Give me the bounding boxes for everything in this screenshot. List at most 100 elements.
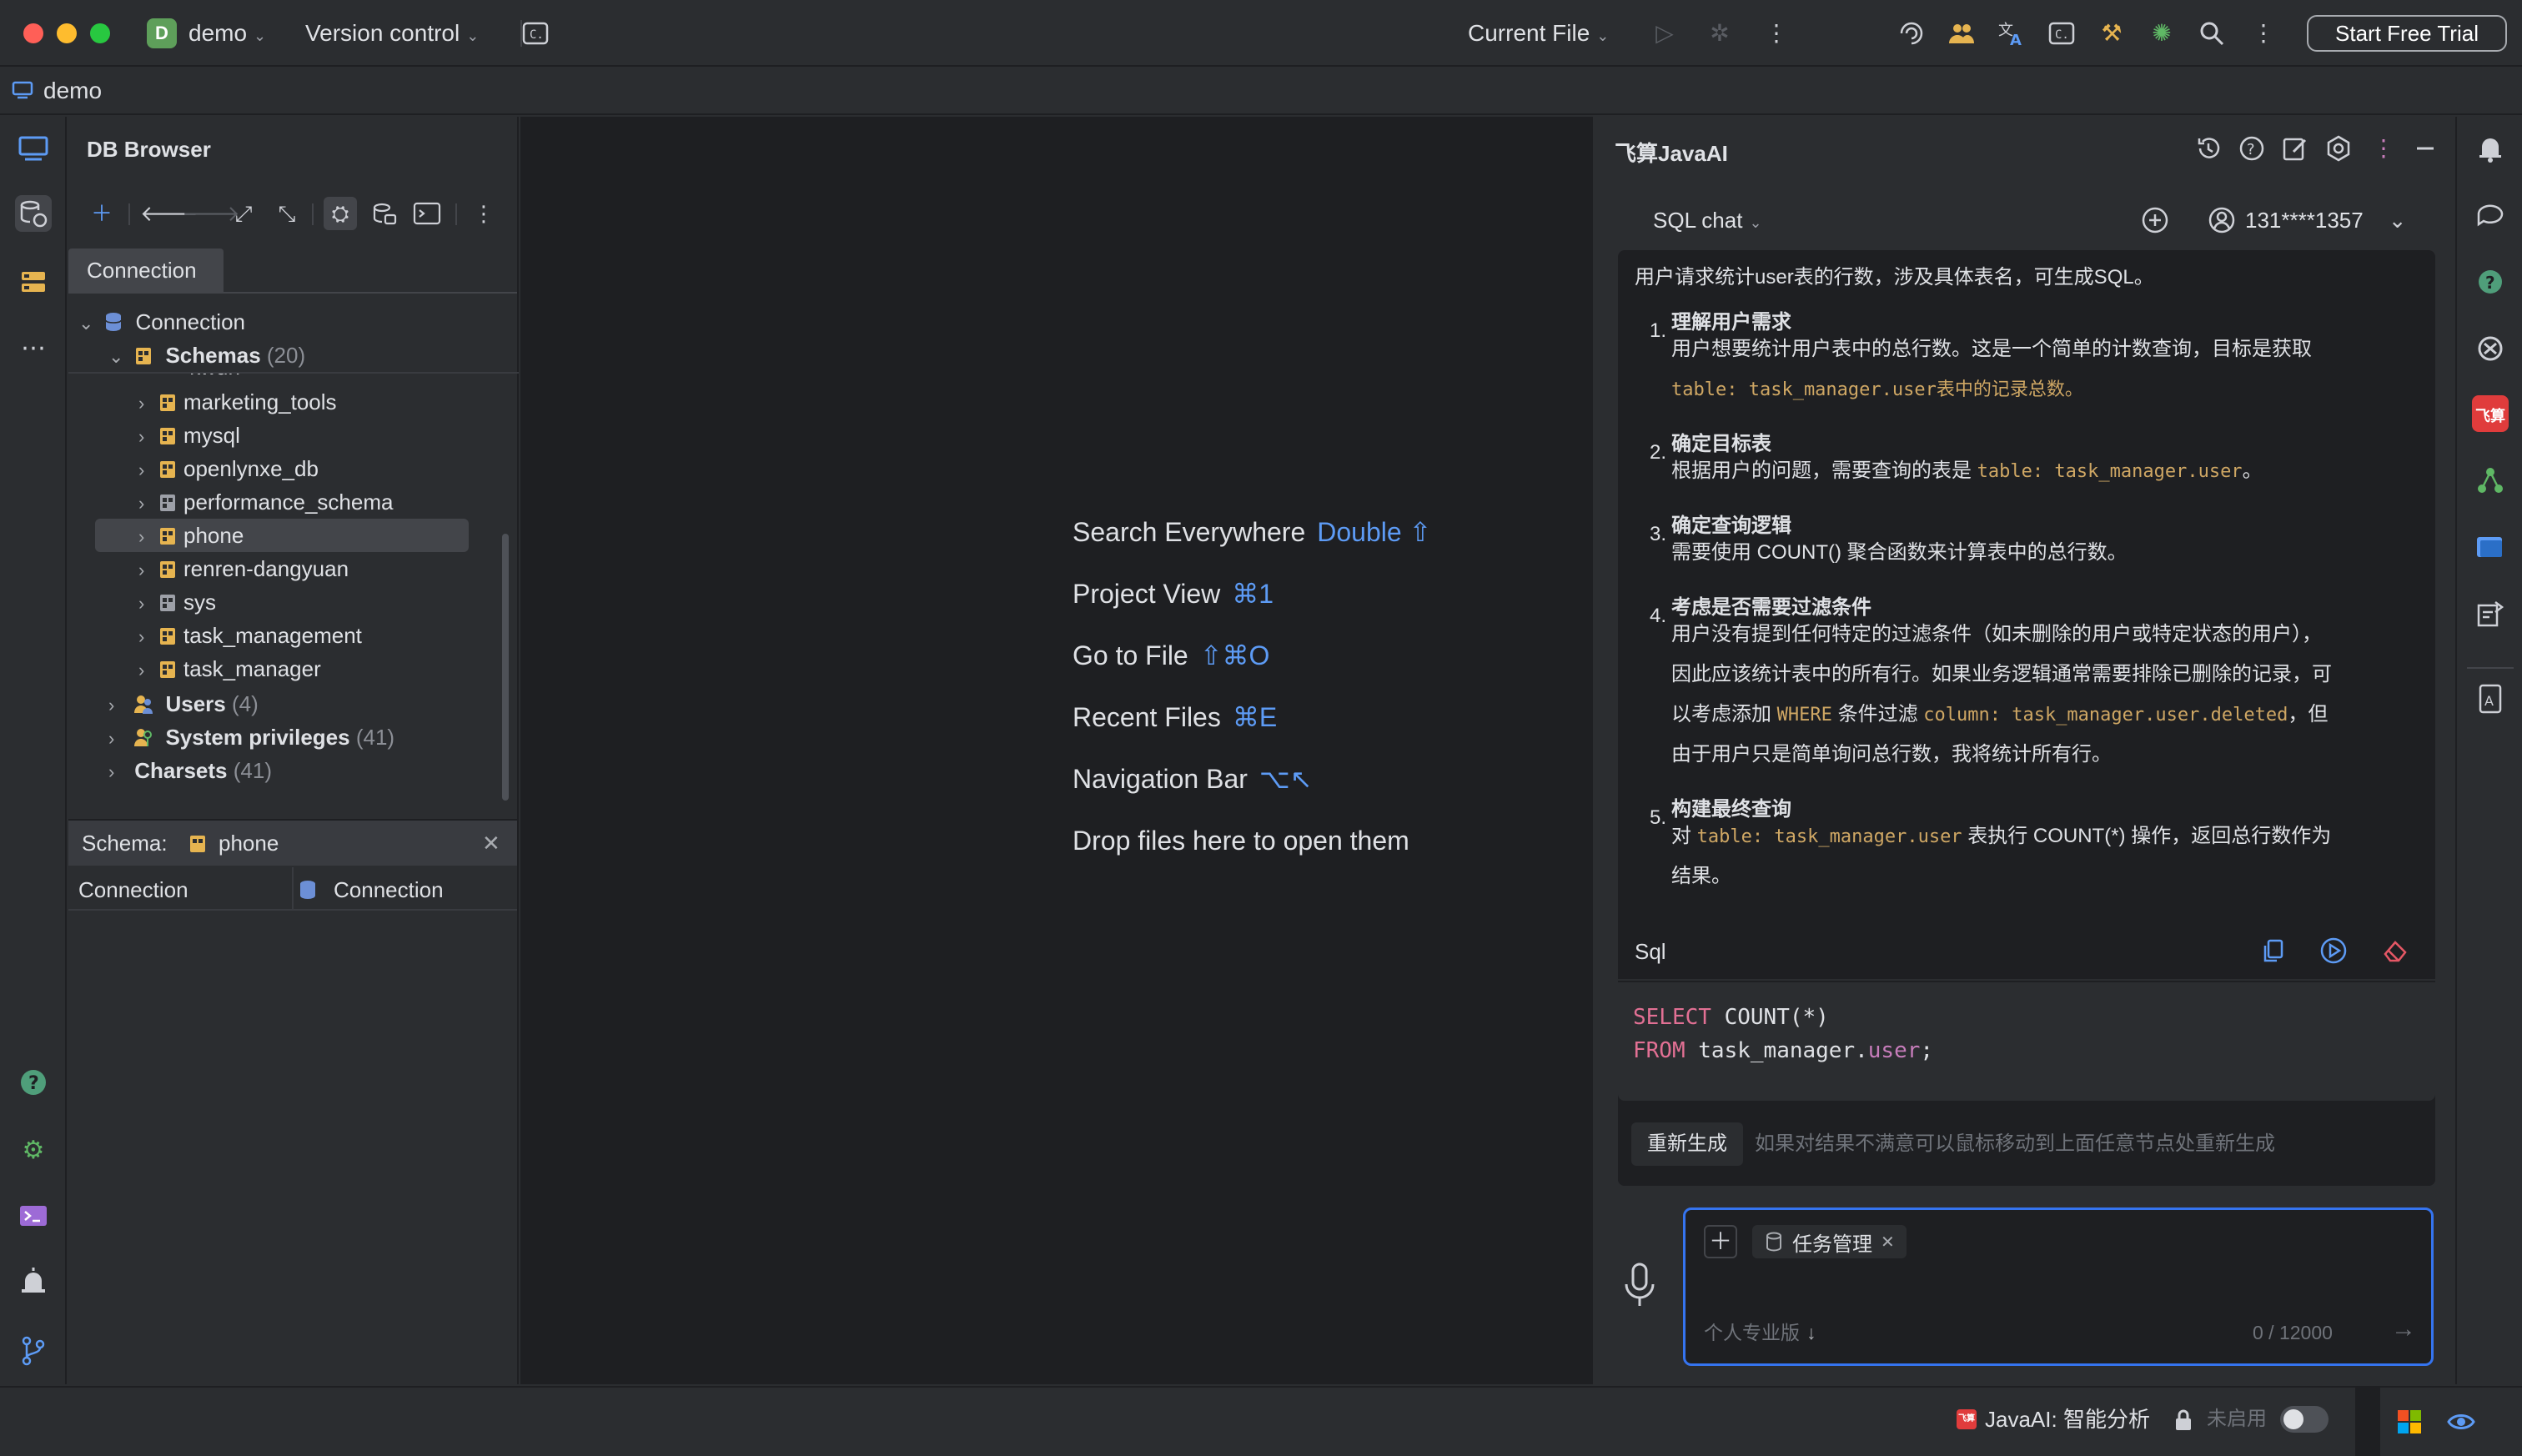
regenerate-button[interactable]: 重新生成 xyxy=(1631,1122,1743,1166)
schema-icon xyxy=(160,628,175,645)
chevron-right-icon[interactable]: › xyxy=(138,587,158,620)
chevron-right-icon[interactable]: › xyxy=(138,454,158,487)
sql-console-icon[interactable] xyxy=(367,197,400,230)
code-with-me-icon[interactable]: C. xyxy=(520,18,550,48)
tree-users-node[interactable]: › Users (4) xyxy=(108,687,259,720)
zoom-window-button[interactable] xyxy=(90,23,110,43)
tree-schema-item[interactable]: › renren-dangyuan xyxy=(95,552,349,585)
execute-icon[interactable] xyxy=(2319,936,2349,966)
tree-schema-item[interactable]: › sys xyxy=(95,585,216,619)
terminal-console-icon[interactable] xyxy=(410,197,444,230)
collapse-all-icon[interactable]: ⤡ xyxy=(270,197,304,230)
tree-schema-item[interactable]: › marketing_tools xyxy=(95,385,337,419)
expand-all-icon[interactable]: ⤢ xyxy=(227,197,260,230)
chat-input[interactable]: ＋ 任务管理 ✕ 个人专业版 ↓ 0 / 12000 → xyxy=(1683,1207,2434,1366)
project-switcher[interactable]: demo ⌄ xyxy=(188,18,266,51)
context-chip[interactable]: 任务管理 ✕ xyxy=(1752,1225,1907,1258)
help-icon[interactable]: ? xyxy=(15,1064,52,1101)
back-arrow-icon[interactable]: 🡐 xyxy=(140,197,198,230)
help-icon[interactable]: ? xyxy=(2472,264,2509,300)
breadcrumb-project[interactable]: demo xyxy=(43,77,102,105)
run-configuration-selector[interactable]: Current File ⌄ xyxy=(1468,18,1609,51)
git-branch-icon[interactable] xyxy=(15,1333,52,1369)
tree-charsets-node[interactable]: › Charsets (41) xyxy=(108,754,272,787)
terminal-icon[interactable]: C. xyxy=(2047,18,2077,48)
new-chat-icon[interactable] xyxy=(2140,205,2170,235)
send-arrow-icon[interactable]: → xyxy=(2391,1315,2416,1343)
more-actions-icon[interactable]: ⋮ xyxy=(1761,18,1791,48)
tree-privileges-node[interactable]: › System privileges (41) xyxy=(108,720,394,754)
search-icon[interactable] xyxy=(2197,18,2227,48)
history-icon[interactable] xyxy=(2193,133,2223,163)
tab-connection[interactable]: Connection xyxy=(68,249,224,292)
tree-schemas-node[interactable]: ⌄ Schemas (20) xyxy=(108,339,305,372)
tree-schema-item[interactable]: › mysql xyxy=(95,419,240,452)
version-control-menu[interactable]: Version control ⌄ xyxy=(305,18,479,51)
tree-schema-item[interactable]: › phone xyxy=(95,519,469,552)
document-icon[interactable]: A xyxy=(2472,680,2509,717)
tree-schema-item[interactable]: › task_manager xyxy=(95,652,321,685)
eye-icon[interactable] xyxy=(2447,1409,2475,1434)
minimize-icon[interactable] xyxy=(2410,133,2440,163)
user-avatar-icon xyxy=(2208,207,2235,233)
edition-selector[interactable]: 个人专业版 ↓ xyxy=(1704,1320,1816,1345)
chevron-right-icon[interactable]: › xyxy=(138,420,158,454)
copy-icon[interactable] xyxy=(2258,936,2288,966)
chevron-right-icon[interactable]: › xyxy=(138,654,158,687)
ai-assistant-icon[interactable] xyxy=(1897,18,1927,48)
structure-tool-icon[interactable] xyxy=(15,264,52,300)
start-free-trial-button[interactable]: Start Free Trial xyxy=(2307,15,2507,52)
project-tool-icon[interactable] xyxy=(15,130,52,167)
run-icon[interactable]: ▷ xyxy=(1650,18,1680,48)
forward-arrow-icon[interactable]: 🡒 xyxy=(182,197,240,230)
settings-icon[interactable] xyxy=(2324,133,2354,163)
learn-icon[interactable] xyxy=(2472,595,2509,632)
chevron-right-icon[interactable]: › xyxy=(138,520,158,554)
options-icon[interactable]: ⋮ xyxy=(467,197,500,230)
chat-mode-selector[interactable]: SQL chat ⌄ xyxy=(1653,205,1762,238)
chevron-right-icon[interactable]: › xyxy=(138,487,158,520)
collaboration-icon[interactable] xyxy=(1947,18,1977,48)
microphone-icon[interactable] xyxy=(1621,1261,1658,1311)
ai-chat-icon[interactable] xyxy=(2472,197,2509,233)
add-icon[interactable]: ＋ xyxy=(85,197,118,230)
windows-grid-icon[interactable] xyxy=(2397,1409,2422,1434)
tree-schema-item[interactable]: › openlynxe_db xyxy=(95,452,319,485)
add-context-button[interactable]: ＋ xyxy=(1704,1225,1737,1258)
more-options-icon[interactable]: ⋮ xyxy=(2369,133,2399,163)
account-menu[interactable]: 131****1357 ⌄ xyxy=(2207,205,2407,235)
help-circle-icon[interactable]: ? xyxy=(2237,133,2267,163)
graph-icon[interactable] xyxy=(2472,462,2509,499)
more-tools-icon[interactable]: ⋯ xyxy=(15,330,52,367)
translate-icon[interactable]: 文A xyxy=(1997,18,2027,48)
build-tools-icon[interactable]: ⚒ xyxy=(2097,18,2127,48)
schema-filter-icon[interactable]: ⛭ xyxy=(324,197,357,230)
tree-scrollbar[interactable] xyxy=(502,534,509,801)
analysis-toggle[interactable] xyxy=(2280,1406,2329,1433)
chevron-right-icon[interactable]: › xyxy=(138,620,158,654)
translate-book-icon[interactable] xyxy=(2472,529,2509,565)
feisuan-javaai-icon[interactable]: 飞算 xyxy=(2472,395,2509,432)
terminal-tool-icon[interactable] xyxy=(15,1197,52,1234)
db-browser-tool-icon[interactable] xyxy=(15,195,52,232)
tree-schema-item[interactable]: › performance_schema xyxy=(95,485,393,519)
project-badge[interactable]: D xyxy=(147,18,177,48)
chevron-right-icon[interactable]: › xyxy=(138,387,158,420)
sql-code-block[interactable]: SELECT COUNT(*) FROM task_manager.user; xyxy=(1618,982,2435,1101)
problems-icon[interactable] xyxy=(15,1264,52,1301)
clear-eraser-icon[interactable] xyxy=(2380,936,2410,966)
close-icon[interactable]: ✕ xyxy=(482,829,500,857)
edit-icon[interactable] xyxy=(2280,133,2310,163)
minimize-window-button[interactable] xyxy=(57,23,77,43)
tree-schema-item[interactable]: › task_management xyxy=(95,619,362,652)
settings-more-icon[interactable]: ⋮ xyxy=(2248,18,2278,48)
debug-icon[interactable]: ✲ xyxy=(1705,18,1735,48)
settings-gear-icon[interactable]: ⚙ xyxy=(15,1132,52,1169)
chevron-right-icon[interactable]: › xyxy=(138,554,158,587)
tree-connection-root[interactable]: ⌄ Connection xyxy=(78,305,245,339)
openai-icon[interactable] xyxy=(2472,330,2509,367)
status-javaai[interactable]: JavaAI: 智能分析 xyxy=(1985,1406,2150,1433)
close-window-button[interactable] xyxy=(23,23,43,43)
notifications-icon[interactable] xyxy=(2472,130,2509,167)
plugin-icon[interactable]: ✺ xyxy=(2147,18,2177,48)
